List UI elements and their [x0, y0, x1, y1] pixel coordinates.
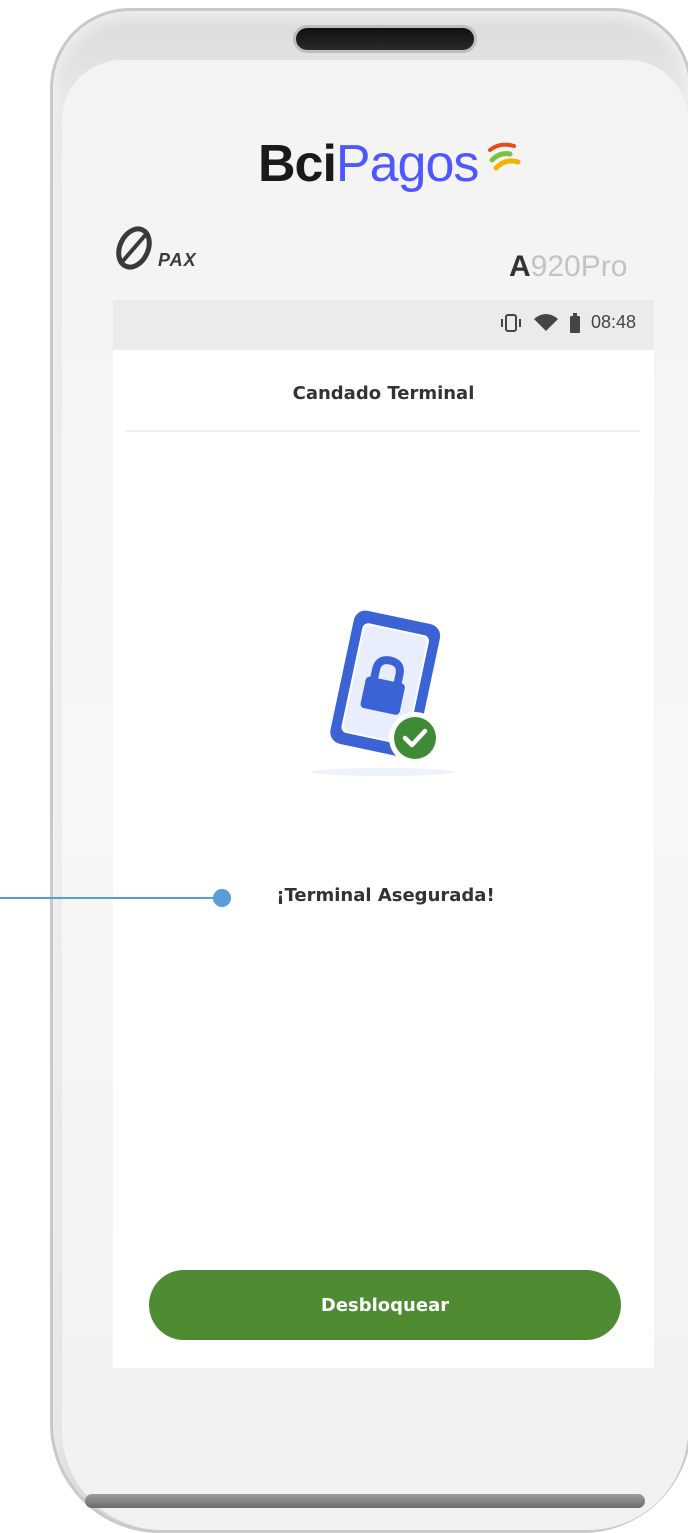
signal-wave-icon: [488, 142, 521, 171]
unlock-button[interactable]: Desbloquear: [149, 1270, 621, 1340]
pax-brand-text: PAX: [158, 250, 197, 270]
callout-line: [0, 897, 222, 899]
status-bar: 08:48: [113, 300, 654, 350]
callout-dot: [213, 889, 231, 907]
terminal-screen: 08:48 Candado Terminal ¡Terminal Asegura…: [113, 300, 654, 1368]
phone-lock-check-icon: [311, 610, 455, 776]
battery-icon: [569, 312, 580, 333]
brand-pagos-text: Pagos: [335, 135, 479, 193]
wifi-icon: [533, 313, 558, 331]
vibrate-icon: [500, 313, 521, 332]
brand-bci-text: Bci: [258, 135, 337, 193]
model-prefix: A: [509, 250, 531, 283]
status-icons: 08:48: [499, 312, 636, 333]
success-message: ¡Terminal Asegurada!: [276, 885, 495, 906]
printer-slot: [296, 28, 474, 50]
page-title: Candado Terminal: [292, 383, 475, 404]
model-label: A920Pro: [509, 252, 627, 282]
bcipagos-logo: BciPagos: [258, 135, 479, 193]
stage: BciPagos PAX A920Pro 08:48 Candado Termi…: [0, 0, 688, 1533]
status-time: 08:48: [590, 312, 636, 332]
title-divider: [125, 430, 640, 432]
bottom-bezel: [85, 1494, 645, 1508]
model-suffix: 920Pro: [530, 250, 628, 283]
